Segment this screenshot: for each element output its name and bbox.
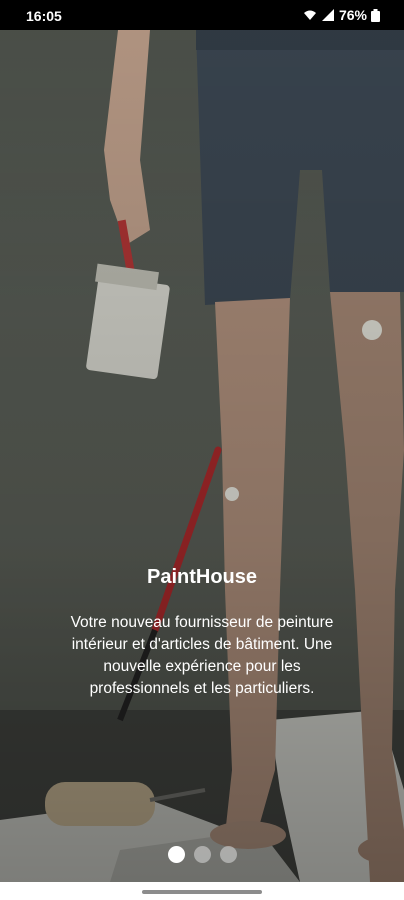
status-time: 16:05 [26, 8, 62, 24]
app-description: Votre nouveau fournisseur de peinture in… [70, 614, 334, 697]
page-indicator [0, 846, 404, 863]
page-dot-2[interactable] [193, 846, 211, 863]
wifi-icon [303, 10, 316, 20]
signal-icon [321, 9, 334, 21]
status-bar: 16:05 76% [0, 0, 404, 30]
battery-icon [371, 8, 380, 22]
home-indicator[interactable] [142, 890, 262, 894]
battery-percent: 76% [338, 7, 367, 23]
app-title: PaintHouse [146, 566, 258, 588]
status-icons: 76% [303, 7, 380, 23]
hero-image [0, 30, 404, 882]
page-dot-1[interactable] [167, 846, 185, 863]
hero-overlay [0, 30, 404, 882]
page-dot-3[interactable] [219, 846, 237, 863]
